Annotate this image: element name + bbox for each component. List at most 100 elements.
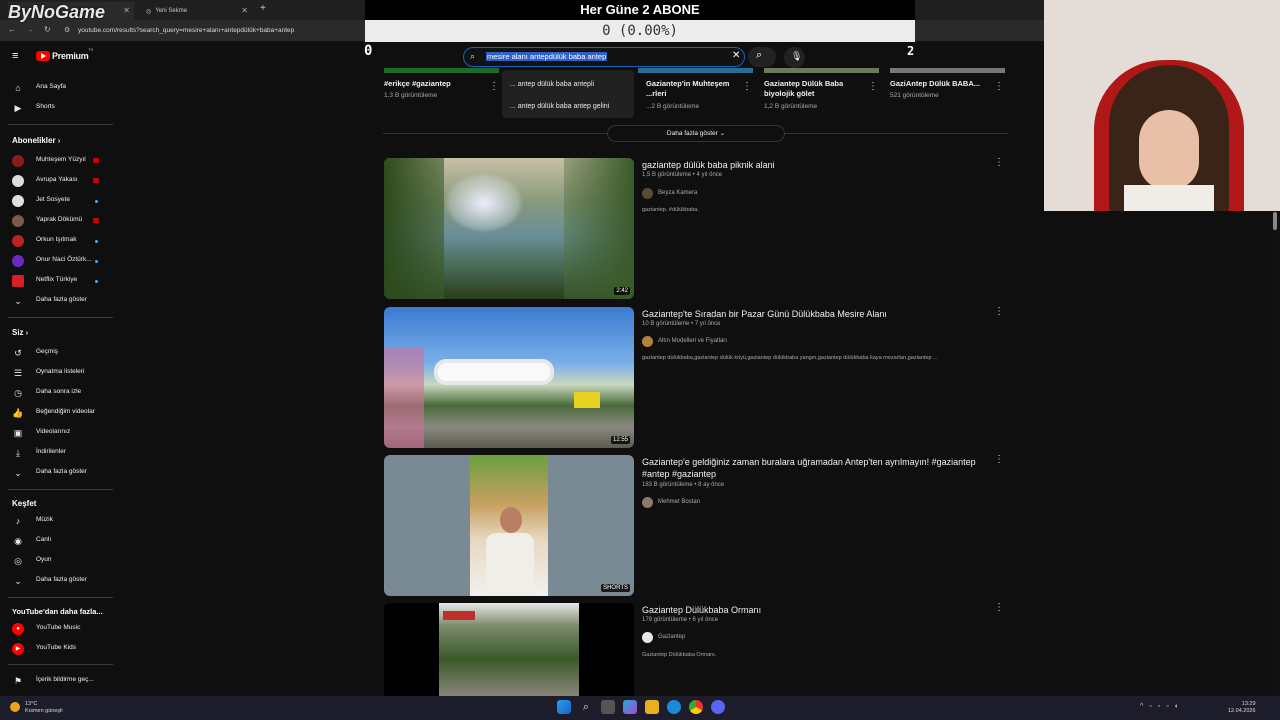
sidebar-item-playlists[interactable]: ☰ Oynatma listeleri (0, 364, 115, 382)
more-options-icon[interactable]: ⋮ (868, 81, 878, 92)
search-value[interactable]: mesire alanı antepdülük baba antep (486, 52, 608, 61)
sidebar-item-report[interactable]: ⚑ İçerik bildirme geç... (0, 672, 115, 690)
video-thumbnail[interactable] (384, 603, 634, 696)
close-icon[interactable]: ✕ (241, 6, 248, 15)
clear-icon[interactable]: ✕ (732, 50, 740, 61)
suggestion-item[interactable]: ... antep dülük baba antep gelini (510, 103, 609, 110)
webcam-feed (1044, 0, 1280, 211)
sidebar-sub[interactable]: Orkun Işıtmak (0, 232, 115, 250)
more-options-icon[interactable]: ⋮ (994, 81, 1004, 92)
video-meta: 1,2 B görüntüleme (764, 103, 818, 110)
video-thumbnail[interactable] (384, 68, 499, 73)
channel-avatar[interactable] (642, 336, 653, 347)
sidebar-item-shorts[interactable]: ▶ Shorts (0, 99, 115, 117)
youtube-logo-icon[interactable] (36, 51, 50, 61)
sidebar-sub[interactable]: Jet Sosyete (0, 192, 115, 210)
youtube-kids-icon: ▶ (12, 643, 24, 655)
show-more-button[interactable]: Daha fazla göster ⌄ (607, 125, 785, 142)
weather-widget[interactable]: 13°C Kısmen güneşli (25, 701, 63, 715)
video-title[interactable]: Gaziantep'in Muhteşem ...rleri (646, 79, 741, 99)
music-icon: ♪ (15, 516, 21, 526)
sidebar-item-watch-later[interactable]: ◷ Daha sonra izle (0, 384, 115, 402)
sidebar-item-gaming[interactable]: ◎ Oyun (0, 552, 115, 570)
video-thumbnail[interactable] (638, 68, 753, 73)
more-options-icon[interactable]: ⋮ (994, 306, 1004, 317)
sidebar-item-youtube-music[interactable]: ● YouTube Music (0, 620, 115, 638)
sidebar-item-music[interactable]: ♪ Müzik (0, 512, 115, 530)
menu-icon[interactable]: ≡ (12, 51, 22, 62)
sidebar-explore-more[interactable]: ⌄ Daha fazla göster (0, 572, 115, 590)
reload-icon[interactable]: ↻ (44, 25, 51, 34)
voice-search-button[interactable]: 🎙 (784, 47, 805, 68)
more-options-icon[interactable]: ⋮ (489, 81, 499, 92)
sidebar-item-home[interactable]: ⌂ Ana Sayfa (0, 79, 115, 97)
channel-avatar[interactable] (642, 188, 653, 199)
you-heading[interactable]: Siz › (12, 328, 28, 337)
video-title[interactable]: gaziantep dülük baba piknik alani (642, 159, 982, 171)
sidebar-item-liked[interactable]: 👍 Beğendiğim videolar (0, 404, 115, 422)
sidebar-you-more[interactable]: ⌄ Daha fazla göster (0, 464, 115, 482)
channel-name[interactable]: Mehmet Bostan (658, 499, 700, 505)
video-thumbnail[interactable]: SHORTS (384, 455, 634, 596)
channel-name[interactable]: Altın Modelleri ve Fiyatları (658, 338, 727, 344)
chrome-icon[interactable] (689, 700, 703, 714)
back-icon[interactable]: ← (8, 25, 16, 34)
system-tray[interactable]: ^▫▫▫◐ (1140, 703, 1185, 710)
scrollbar-thumb[interactable] (1273, 212, 1277, 230)
sidebar-sub[interactable]: Netflix Türkiye (0, 272, 115, 290)
brand-label[interactable]: Premium (52, 51, 89, 61)
sidebar-item-downloads[interactable]: ⤓ İndirilenler (0, 444, 115, 462)
browser-tab-new[interactable]: ◎ Yeni Sekme ✕ (140, 2, 252, 20)
windows-start-icon[interactable] (557, 700, 571, 714)
search-icon[interactable]: ⌕ (579, 700, 593, 714)
suggestion-item[interactable]: ... antep dülük baba antepli (510, 81, 594, 88)
weather-icon[interactable] (10, 702, 20, 712)
mic-icon: 🎙 (791, 51, 803, 61)
channel-avatar[interactable] (642, 632, 653, 643)
video-title[interactable]: Gaziantep'e geldiğiniz zaman buralara uğ… (642, 456, 982, 480)
sidebar-item-history[interactable]: ↺ Geçmiş (0, 344, 115, 362)
site-info-icon[interactable]: ⚙ (64, 26, 70, 34)
clock[interactable]: 13:29 12.04.2026 (1228, 701, 1256, 715)
sidebar-sub[interactable]: Avrupa Yakası (0, 172, 115, 190)
sidebar-item-your-videos[interactable]: ▣ Videolarınız (0, 424, 115, 442)
video-title[interactable]: #erikçe #gaziantep (384, 79, 484, 89)
url-text[interactable]: youtube.com/results?search_query=mesire+… (78, 27, 294, 34)
sidebar-sub[interactable]: Onur Naci Öztürk... (0, 252, 115, 270)
more-options-icon[interactable]: ⋮ (994, 454, 1004, 465)
copilot-icon[interactable] (623, 700, 637, 714)
file-explorer-icon[interactable] (645, 700, 659, 714)
video-thumbnail[interactable] (890, 68, 1005, 73)
edge-icon[interactable] (667, 700, 681, 714)
sidebar-item-label: Onur Naci Öztürk... (36, 256, 92, 263)
new-tab-button[interactable]: + (260, 3, 266, 14)
scrollbar[interactable] (1270, 211, 1280, 696)
video-title[interactable]: GaziAntep Dülük BABA... (890, 79, 985, 89)
sidebar-item-label: Muhteşem Yüzyıl (36, 156, 86, 163)
subscriptions-heading[interactable]: Abonelikler › (12, 136, 60, 145)
channel-name[interactable]: Gaziantep (658, 634, 685, 640)
more-options-icon[interactable]: ⋮ (994, 602, 1004, 613)
forward-icon[interactable]: → (26, 25, 34, 34)
divider (8, 597, 113, 598)
sidebar-sub[interactable]: Muhteşem Yüzyıl (0, 152, 115, 170)
more-options-icon[interactable]: ⋮ (994, 157, 1004, 168)
discord-icon[interactable] (711, 700, 725, 714)
sidebar-item-youtube-kids[interactable]: ▶ YouTube Kids (0, 640, 115, 658)
task-view-icon[interactable] (601, 700, 615, 714)
video-thumbnail[interactable] (764, 68, 879, 73)
chevron-down-icon: ⌄ (14, 576, 22, 586)
search-button[interactable]: ⌕ (748, 47, 776, 67)
video-title[interactable]: Gaziantep Dülükbaba Ormanı (642, 604, 982, 616)
close-icon[interactable]: ✕ (123, 6, 130, 15)
channel-avatar[interactable] (642, 497, 653, 508)
video-title[interactable]: Gaziantep Dülük Baba biyolojik gölet (764, 79, 864, 99)
video-title[interactable]: Gaziantep'te Sıradan bir Pazar Günü Dülü… (642, 308, 982, 320)
video-thumbnail[interactable]: 12:55 (384, 307, 634, 448)
sidebar-subs-more[interactable]: ⌄ Daha fazla göster (0, 292, 115, 310)
more-options-icon[interactable]: ⋮ (742, 81, 752, 92)
sidebar-sub[interactable]: Yaprak Dökümü (0, 212, 115, 230)
channel-name[interactable]: Beyza Kamera (658, 190, 697, 196)
sidebar-item-live[interactable]: ◉ Canlı (0, 532, 115, 550)
video-thumbnail[interactable]: 2:42 (384, 158, 634, 299)
